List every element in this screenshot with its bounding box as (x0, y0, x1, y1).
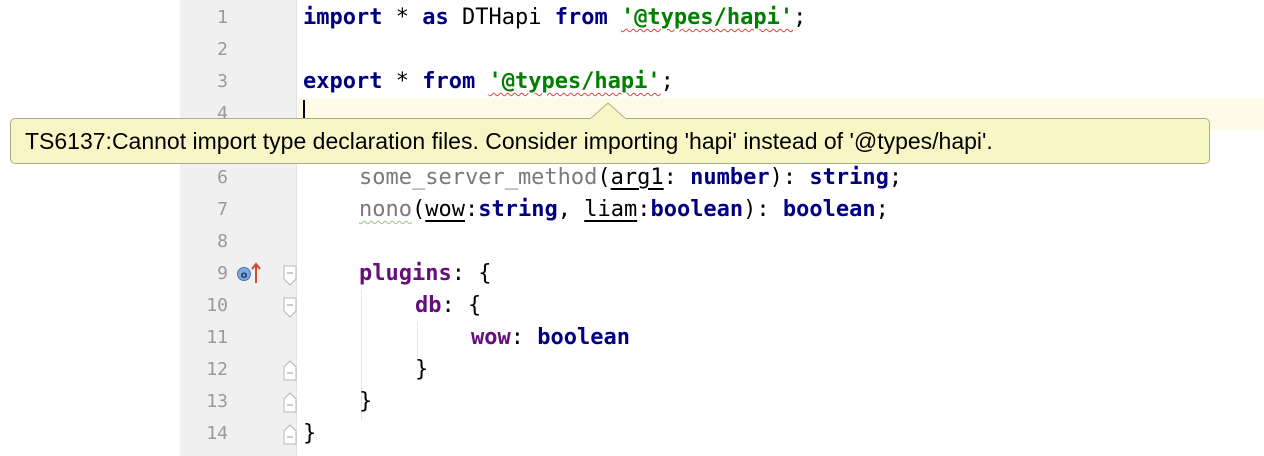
fold-close-icon-line-13[interactable] (282, 391, 298, 413)
svg-text:o: o (241, 270, 248, 281)
indent-guide-2 (417, 322, 418, 358)
colon: : (464, 197, 479, 222)
gutter-markers-line-9[interactable]: o (236, 259, 266, 285)
line-number-2: 2 (217, 39, 228, 60)
colon: : (637, 197, 651, 222)
keyword: import (303, 5, 383, 30)
identifier: DTHapi (448, 5, 555, 30)
keyword: from (554, 5, 608, 30)
line-number-9: 9 (217, 263, 228, 284)
parameter: arg1 (610, 165, 664, 190)
line-number-11: 11 (206, 327, 228, 348)
code-line-6[interactable]: some_server_method(arg1: number): string… (359, 162, 902, 194)
return-type: boolean (782, 197, 876, 222)
closing-brace: } (303, 421, 317, 446)
implemented-o-icon[interactable]: o (236, 259, 266, 285)
keyword: as (422, 5, 449, 30)
line-number-8: 8 (217, 231, 228, 252)
fold-close-icon-line-12[interactable] (282, 359, 298, 381)
parameter: liam (584, 197, 638, 222)
line-number-3: 3 (217, 71, 228, 92)
punctuation: : { (451, 261, 492, 286)
paren: ( (597, 165, 611, 190)
keyword: from (422, 69, 476, 94)
fold-close-icon-line-14[interactable] (282, 423, 298, 445)
semicolon: ; (888, 165, 903, 190)
return-type: string (809, 165, 889, 190)
fold-open-icon-line-10[interactable] (282, 297, 298, 319)
line-number-14: 14 (206, 423, 228, 444)
colon: : (510, 325, 538, 350)
code-line-14[interactable]: } (303, 418, 316, 450)
code-line-11[interactable]: wow: boolean (471, 322, 630, 354)
property-name: wow (471, 325, 511, 350)
operator: * (382, 69, 423, 94)
paren: ( (411, 197, 426, 222)
tooltip-text: TS6137:Cannot import type declaration fi… (25, 128, 993, 154)
gutter-separator (296, 0, 297, 456)
module-string-error[interactable]: '@types/hapi' (621, 5, 793, 30)
property-name: plugins (359, 261, 452, 286)
parameter: wow (425, 197, 465, 222)
punctuation: : { (441, 293, 482, 318)
semicolon: ; (875, 197, 889, 222)
closing-brace: } (415, 357, 429, 382)
method-name: some_server_method (359, 165, 598, 190)
module-string-error[interactable]: '@types/hapi' (488, 69, 660, 94)
line-number-1: 1 (217, 7, 228, 28)
semicolon: ; (660, 69, 674, 94)
colon: : (663, 165, 691, 190)
left-blank-area (0, 0, 180, 456)
method-name-warning[interactable]: nono (359, 197, 412, 222)
tooltip-pointer-join (591, 118, 625, 121)
code-line-3[interactable]: export * from '@types/hapi'; (303, 66, 674, 98)
fold-open-icon-line-9[interactable] (282, 265, 298, 287)
comma: , (557, 197, 585, 222)
code-line-12[interactable]: } (415, 354, 428, 386)
type-name: boolean (650, 197, 744, 222)
type-name: string (478, 197, 558, 222)
arrow-up-icon[interactable] (251, 262, 261, 283)
paren: ): (743, 197, 783, 222)
error-tooltip: TS6137:Cannot import type declaration fi… (10, 118, 1210, 164)
code-line-10[interactable]: db: { (415, 290, 481, 322)
code-line-7[interactable]: nono(wow:string, liam:boolean): boolean; (359, 194, 889, 226)
type-name: number (690, 165, 770, 190)
type-name: boolean (537, 325, 630, 350)
code-line-13[interactable]: } (359, 386, 372, 418)
property-name: db (415, 293, 442, 318)
code-line-9[interactable]: plugins: { (359, 258, 491, 290)
semicolon: ; (793, 5, 807, 30)
operator: * (382, 5, 423, 30)
line-number-10: 10 (206, 295, 228, 316)
code-line-1[interactable]: import * as DTHapi from '@types/hapi'; (303, 2, 806, 34)
line-number-7: 7 (217, 199, 228, 220)
keyword: export (303, 69, 383, 94)
line-number-13: 13 (206, 391, 228, 412)
paren: ): (769, 165, 810, 190)
line-number-6: 6 (217, 167, 228, 188)
line-number-12: 12 (206, 359, 228, 380)
closing-brace: } (359, 389, 373, 414)
